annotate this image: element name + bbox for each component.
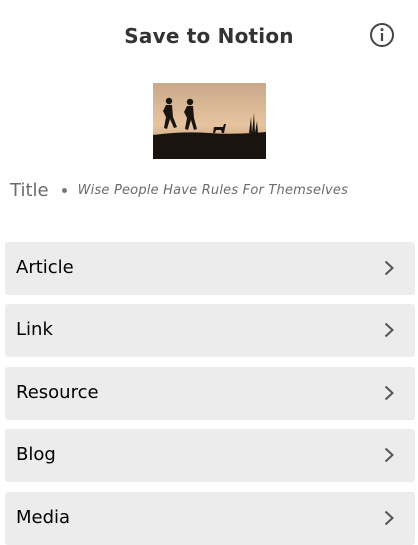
separator-dot — [61, 187, 67, 193]
chevron-right-icon — [384, 322, 394, 338]
destination-label: Resource — [16, 382, 99, 403]
chevron-right-icon — [384, 260, 394, 276]
destination-label: Link — [16, 319, 53, 340]
destination-item-media[interactable]: Media — [5, 492, 415, 545]
destination-label: Blog — [16, 444, 56, 465]
destination-item-article[interactable]: Article — [5, 242, 415, 295]
title-label: Title — [10, 179, 49, 201]
preview-image — [153, 83, 266, 159]
header: Save to Notion — [0, 18, 418, 58]
info-icon[interactable] — [369, 22, 395, 48]
page-title: Save to Notion — [124, 24, 294, 48]
destination-label: Article — [16, 257, 74, 278]
title-value[interactable]: Wise People Have Rules For Themselves — [78, 183, 349, 198]
chevron-right-icon — [384, 510, 394, 526]
destination-label: Media — [16, 507, 71, 528]
title-row: Title Wise People Have Rules For Themsel… — [10, 178, 348, 202]
destination-item-resource[interactable]: Resource — [5, 367, 415, 420]
chevron-right-icon — [384, 385, 394, 401]
destination-item-link[interactable]: Link — [5, 304, 415, 357]
destination-item-blog[interactable]: Blog — [5, 429, 415, 482]
chevron-right-icon — [384, 447, 394, 463]
save-to-notion-popup: Save to Notion Title Wise People Have Ru… — [0, 0, 418, 545]
destination-list: Article Link Resource Blog Media — [5, 242, 415, 545]
